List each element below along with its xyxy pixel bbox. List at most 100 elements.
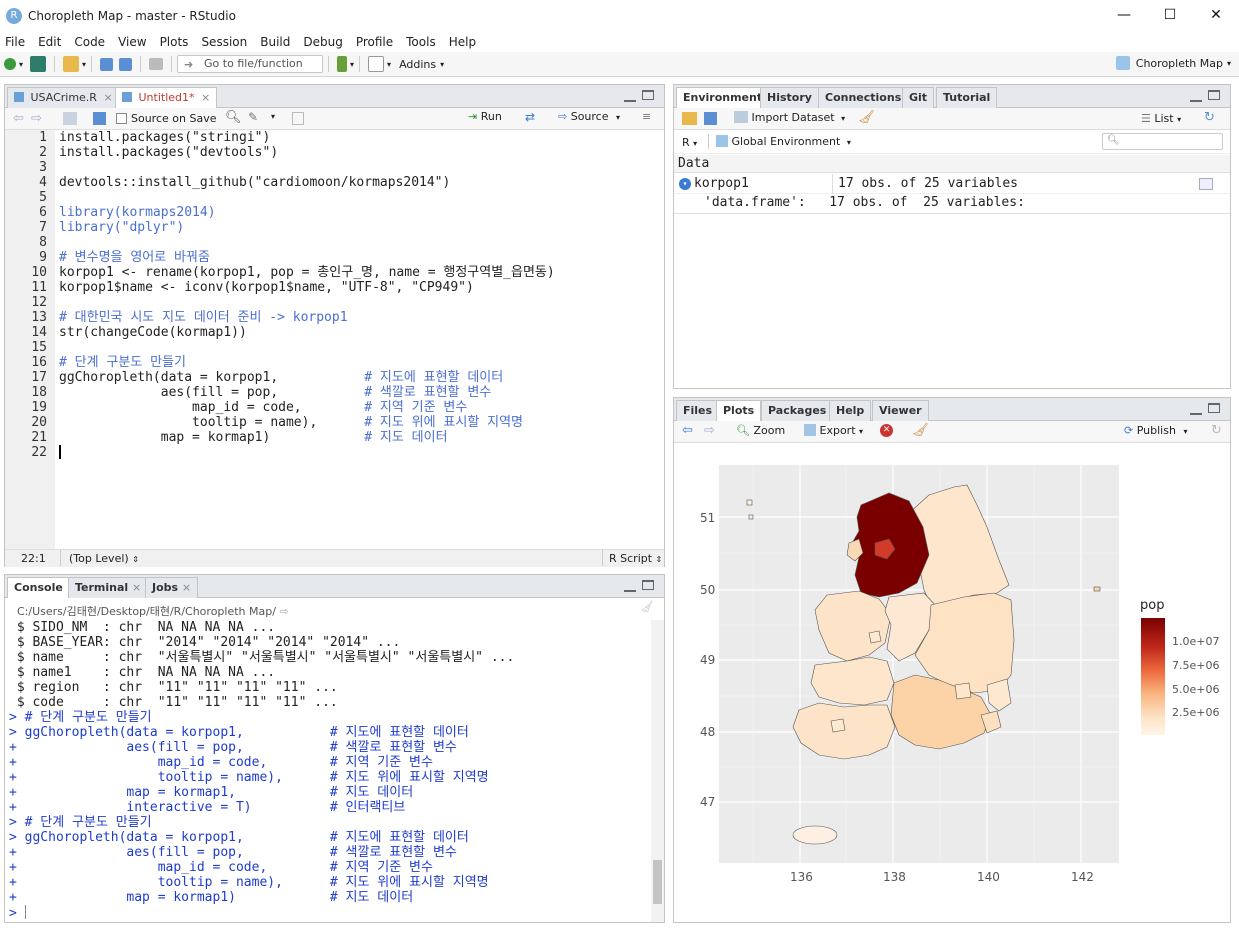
next-plot-icon[interactable]: ⇨ [704,423,715,438]
goto-wd-arrow-icon[interactable]: ⇨ [279,605,288,618]
publish-button[interactable]: ⟳ Publish ▾ [1124,424,1187,437]
menu-code[interactable]: Code [69,35,113,49]
refresh-icon[interactable]: ↻ [1204,110,1215,125]
menu-build[interactable]: Build [255,35,298,49]
tab-help[interactable]: Help [829,400,872,421]
tab-files[interactable]: Files [676,400,720,421]
tab-connections[interactable]: Connections [818,87,909,108]
goto-file-input[interactable]: ➜ Go to file/function [177,55,324,73]
new-project-icon[interactable] [30,56,47,72]
menu-view[interactable]: View [113,35,154,49]
forward-arrow-icon[interactable]: ⇨ [31,111,42,126]
tab-terminal[interactable]: Terminal × [68,577,149,598]
menu-help[interactable]: Help [444,35,484,49]
show-in-window-icon[interactable] [63,112,77,125]
menu-file[interactable]: File [0,35,33,49]
tab-untitled1[interactable]: Untitled1* × [115,87,218,108]
tab-history[interactable]: History [760,87,819,108]
previous-plot-icon[interactable]: ⇦ [682,423,693,438]
new-file-dropdown-icon[interactable]: ▾ [19,60,23,69]
environment-search-input[interactable]: 🔍︎ [1102,133,1223,150]
load-workspace-icon[interactable] [682,112,697,125]
tab-plots[interactable]: Plots [716,400,762,421]
minimize-button[interactable]: — [1101,0,1147,31]
working-directory[interactable]: C:/Users/김태현/Desktop/태현/R/Choropleth Map… [17,605,276,618]
search-icon[interactable]: 🔍︎ [225,110,242,125]
git-icon[interactable] [337,56,348,72]
minimize-pane-icon[interactable] [624,584,636,592]
remove-plot-icon[interactable]: ✕ [880,424,893,437]
minimize-pane-icon[interactable] [1190,407,1202,415]
save-workspace-icon[interactable] [704,112,717,125]
close-tab-icon[interactable]: × [201,91,210,104]
run-button[interactable]: ⇥ Run [468,110,502,123]
scope-selector[interactable]: (Top Level) ⇕ [69,550,139,568]
refresh-plot-icon[interactable]: ↻ [1211,423,1222,438]
save-icon[interactable] [100,57,114,71]
compile-report-icon[interactable] [292,112,304,125]
environment-scope-selector[interactable]: Global Environment ▾ [716,135,851,148]
tab-tutorial[interactable]: Tutorial [936,87,998,108]
rerun-icon[interactable]: ⇄ [525,110,535,124]
menu-session[interactable]: Session [196,35,255,49]
code-editor[interactable]: 1 2 3 4 5 6 7 8 9 10 11 12 13 14 15 16 17 18 19 20 21 22 inst… [5,130,664,549]
maximize-pane-icon[interactable] [642,90,654,100]
pane-layout-icon[interactable] [368,56,385,72]
addins-dropdown-icon[interactable]: ▾ [440,60,444,69]
git-dropdown-icon[interactable]: ▾ [350,60,354,69]
addins-menu[interactable]: Addins [399,58,436,71]
tab-jobs[interactable]: Jobs × [145,577,199,598]
menu-plots[interactable]: Plots [155,35,197,49]
tab-environment[interactable]: Environment [676,87,770,108]
layout-dropdown-icon[interactable]: ▾ [387,60,391,69]
menu-debug[interactable]: Debug [298,35,350,49]
code-tools-dropdown-icon[interactable]: ▾ [271,112,275,121]
close-button[interactable]: ✕ [1193,0,1239,31]
close-tab-icon[interactable]: × [132,581,141,594]
view-data-grid-icon[interactable] [1199,178,1213,190]
maximize-pane-icon[interactable] [1208,403,1220,413]
save-icon[interactable] [93,112,106,125]
minimize-pane-icon[interactable] [624,94,636,102]
expand-icon[interactable]: ▾ [679,178,691,190]
export-button[interactable]: Export ▾ [804,424,863,437]
list-view-selector[interactable]: ☰ List ▾ [1141,112,1181,125]
import-dataset-button[interactable]: Import Dataset ▾ [734,111,845,124]
open-dropdown-icon[interactable]: ▾ [82,60,86,69]
tab-viewer[interactable]: Viewer [872,400,929,421]
project-menu[interactable]: Choropleth Map ▾ [1115,56,1231,70]
console-output[interactable]: $ SIDO_NM : chr NA NA NA NA ... $ BASE_Y… [9,620,649,922]
menu-tools[interactable]: Tools [401,35,444,49]
close-tab-icon[interactable]: × [182,581,191,594]
env-row-korpop1[interactable]: ▾ korpop1 17 obs. of 25 variables [674,174,1230,194]
toolbar-divider [54,56,56,72]
menu-profile[interactable]: Profile [351,35,401,49]
close-tab-icon[interactable]: × [103,91,112,104]
scrollbar-thumb[interactable] [653,860,662,904]
save-all-icon[interactable] [119,57,133,71]
code-tools-icon[interactable]: ✎ [248,110,258,124]
outline-icon[interactable]: ≡ [642,110,651,123]
minimize-pane-icon[interactable] [1190,94,1202,102]
back-arrow-icon[interactable]: ⇦ [13,111,24,126]
tab-git[interactable]: Git [902,87,935,108]
source-on-save-checkbox[interactable] [116,113,127,124]
tab-usacrime[interactable]: USACrime.R × [7,87,120,108]
clear-console-icon[interactable]: 🧹︎ [640,600,654,613]
tab-console[interactable]: Console [7,577,70,598]
language-selector[interactable]: R ▾ [682,136,697,149]
tab-packages[interactable]: Packages [761,400,834,421]
file-type-selector[interactable]: R Script ⇕ [609,550,662,568]
source-button[interactable]: ⇨ Source ▾ [558,110,620,123]
open-folder-icon[interactable] [63,56,80,72]
maximize-pane-icon[interactable] [642,580,654,590]
print-icon[interactable] [149,58,164,70]
console-scrollbar[interactable] [651,620,664,922]
zoom-button[interactable]: 🔍︎ Zoom [736,424,785,437]
new-file-icon[interactable] [4,58,16,70]
clear-plots-broom-icon[interactable]: 🧹︎ [912,423,929,438]
menu-edit[interactable]: Edit [33,35,69,49]
maximize-pane-icon[interactable] [1208,90,1220,100]
clear-workspace-broom-icon[interactable]: 🧹︎ [858,110,875,125]
maximize-button[interactable]: ☐ [1147,0,1193,31]
